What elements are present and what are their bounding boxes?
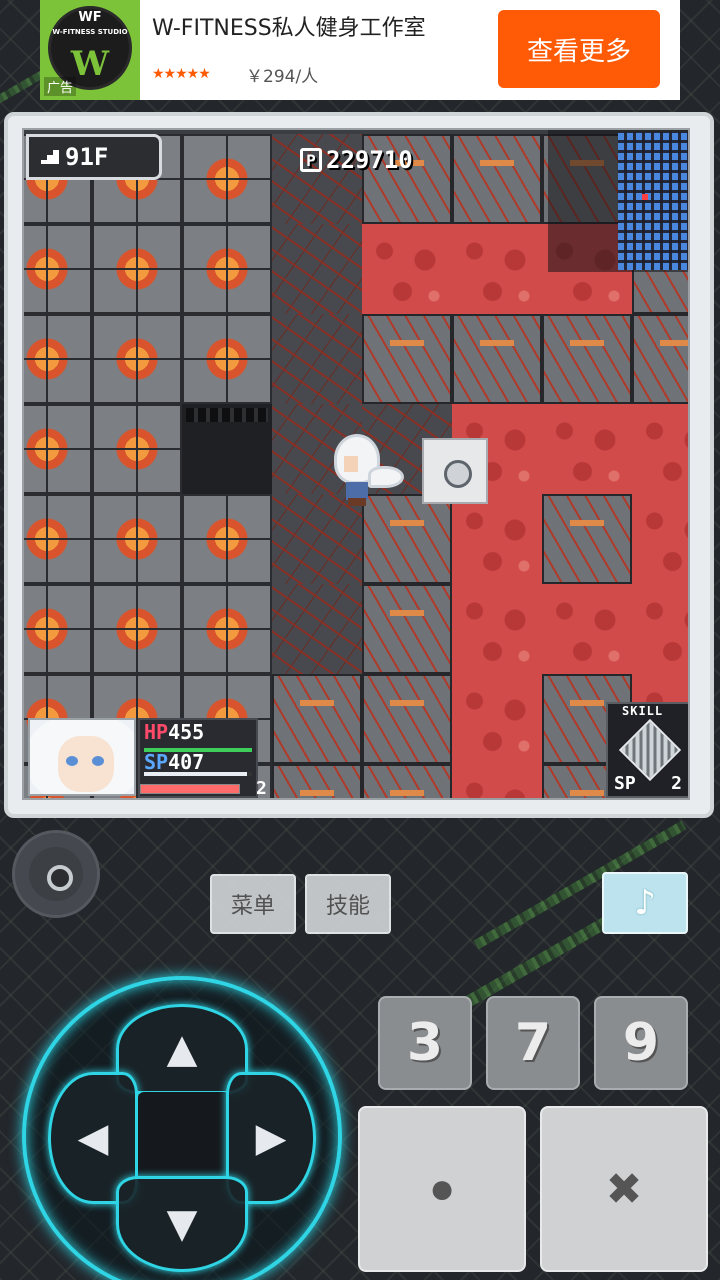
game-viewport[interactable]: 91F P 229710 HP455 SP407 2 SKILL SP 2 — [22, 128, 690, 800]
ad-tag: 广告 — [44, 77, 77, 96]
map-tile-floor — [272, 584, 362, 674]
sp-label: SP — [144, 750, 169, 774]
ad-cta-button[interactable]: 查看更多 — [498, 10, 660, 88]
dpad: ▲ ◀ ▶ ▼ — [22, 976, 342, 1280]
sp-value: 407 — [168, 750, 205, 774]
hp-row: HP455 — [144, 720, 204, 744]
map-tile-rock — [92, 494, 182, 584]
map-tile-slab — [632, 314, 688, 404]
exp-row: 2 — [138, 778, 318, 799]
ad-logo: WF W-FITNESS STUDIO W 广告 — [40, 0, 140, 100]
num-9-button[interactable]: 9 — [594, 996, 688, 1090]
map-tile-lava — [452, 494, 542, 584]
map-tile-rock — [92, 584, 182, 674]
level-value: 2 — [256, 778, 267, 799]
map-tile-lava — [542, 404, 632, 494]
map-tile-slab — [542, 494, 632, 584]
map-tile-rock — [24, 314, 92, 404]
sp-row: SP407 — [144, 750, 204, 774]
map-tile-slab — [272, 674, 362, 764]
hp-label: HP — [144, 720, 169, 744]
ad-title[interactable]: W-FITNESS私人健身工作室 — [152, 10, 426, 42]
coin-icon: P — [300, 148, 322, 172]
ad-banner[interactable]: WF W-FITNESS STUDIO W 广告 W-FITNESS私人健身工作… — [40, 0, 680, 100]
skill-label: SKILL — [622, 704, 664, 718]
map-tile-slab — [452, 314, 542, 404]
map-tile-rock — [182, 584, 272, 674]
floor-number: 91F — [65, 143, 109, 171]
map-tile-lava — [362, 224, 452, 314]
exp-bar — [140, 784, 240, 794]
gold-amount: 229710 — [326, 146, 413, 174]
stairs-tile — [422, 438, 488, 504]
skill-button[interactable]: 技能 — [305, 874, 391, 934]
map-tile-floor — [272, 224, 362, 314]
stairs-icon — [41, 150, 59, 164]
map-tile-rock — [24, 494, 92, 584]
map-tile-rock — [92, 404, 182, 494]
dpad-center — [138, 1092, 230, 1184]
num-7-button[interactable]: 7 — [486, 996, 580, 1090]
floor-indicator: 91F — [26, 134, 162, 180]
ad-logo-wf: WF — [78, 10, 102, 25]
map-tile-lava — [542, 584, 632, 674]
ad-price: ￥294/人 — [246, 67, 319, 87]
character-portrait — [28, 718, 136, 796]
map-tile-floor — [272, 314, 362, 404]
settings-gear-icon[interactable] — [12, 830, 100, 918]
gold-counter: P 229710 — [300, 146, 413, 174]
num-3-button[interactable]: 3 — [378, 996, 472, 1090]
map-tile-slab — [362, 674, 452, 764]
player-character — [324, 430, 406, 512]
map-tile-lava — [452, 674, 542, 764]
map-tile-rock — [24, 584, 92, 674]
map-tile-slab — [452, 134, 542, 224]
confirm-button[interactable]: ● — [358, 1106, 526, 1272]
map-tile-rock — [24, 224, 92, 314]
map-tile-slab — [362, 314, 452, 404]
map-tile-slab — [362, 764, 452, 798]
ad-logo-text: W-FITNESS STUDIO — [52, 28, 128, 36]
menu-button[interactable]: 菜单 — [210, 874, 296, 934]
map-tile-lava — [452, 764, 542, 798]
cancel-button[interactable]: ✖ — [540, 1106, 708, 1272]
skill-slot[interactable]: SKILL SP 2 — [606, 702, 688, 798]
map-tile-lava — [632, 404, 688, 494]
map-tile-lava — [632, 584, 688, 674]
map-tile-rock — [24, 404, 92, 494]
map-tile-lava — [452, 584, 542, 674]
map-tile-rock — [92, 314, 182, 404]
minimap — [548, 130, 688, 272]
minimap-player-marker — [642, 194, 648, 200]
hp-value: 455 — [168, 720, 205, 744]
map-tile-rock — [182, 494, 272, 584]
map-tile-rock — [92, 224, 182, 314]
ad-rating-stars: ★★★★★ — [152, 66, 211, 82]
map-tile-rock — [182, 224, 272, 314]
dpad-down-button[interactable]: ▼ — [116, 1176, 248, 1272]
map-tile-lava — [452, 224, 542, 314]
skill-sp-label: SP — [614, 773, 636, 794]
map-tile-rock — [182, 314, 272, 404]
music-note-icon[interactable]: ♪ — [602, 872, 688, 934]
map-tile-pit — [182, 404, 272, 494]
map-tile-slab — [542, 314, 632, 404]
sp-bar — [144, 772, 252, 776]
skill-sp-value: 2 — [671, 773, 682, 794]
map-tile-lava — [632, 494, 688, 584]
map-tile-slab — [362, 584, 452, 674]
map-tile-rock — [182, 134, 272, 224]
skill-gem-icon — [618, 718, 682, 782]
